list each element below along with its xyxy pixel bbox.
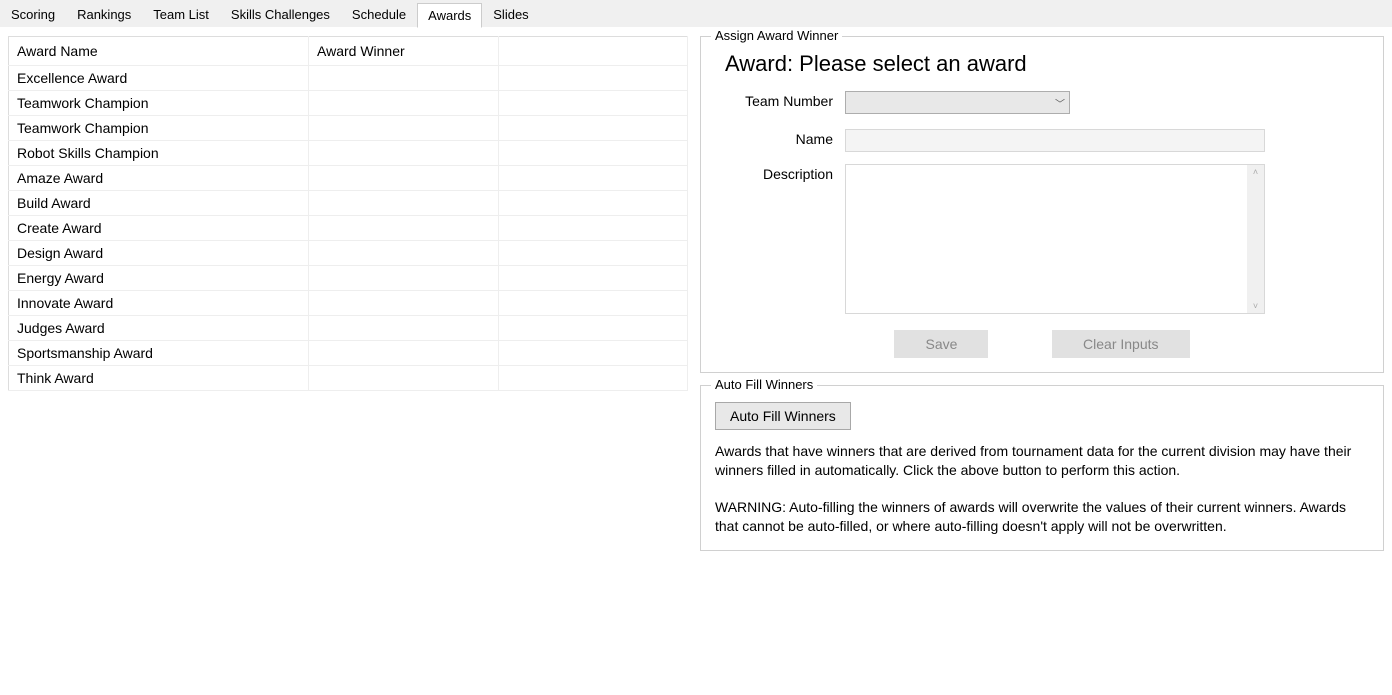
award-name-cell: Judges Award xyxy=(9,316,309,341)
award-name-cell: Amaze Award xyxy=(9,166,309,191)
award-extra-cell xyxy=(499,241,688,266)
col-award-name[interactable]: Award Name xyxy=(9,37,309,66)
col-extra[interactable] xyxy=(499,37,688,66)
award-extra-cell xyxy=(499,366,688,391)
table-row[interactable]: Amaze Award xyxy=(9,166,688,191)
description-field[interactable]: ˄ ˅ xyxy=(845,164,1265,314)
awards-list-panel: Award Name Award Winner Excellence Award… xyxy=(8,36,688,551)
award-extra-cell xyxy=(499,66,688,91)
award-name-cell: Innovate Award xyxy=(9,291,309,316)
scroll-up-icon: ˄ xyxy=(1251,165,1260,179)
col-award-winner[interactable]: Award Winner xyxy=(309,37,499,66)
description-label: Description xyxy=(715,164,845,182)
award-winner-cell xyxy=(309,191,499,216)
table-row[interactable]: Energy Award xyxy=(9,266,688,291)
team-number-combo[interactable]: ﹀ xyxy=(845,91,1070,114)
auto-fill-winners-button[interactable]: Auto Fill Winners xyxy=(715,402,851,430)
tab-scoring[interactable]: Scoring xyxy=(0,2,66,27)
table-row[interactable]: Sportsmanship Award xyxy=(9,341,688,366)
award-extra-cell xyxy=(499,141,688,166)
award-extra-cell xyxy=(499,166,688,191)
table-row[interactable]: Build Award xyxy=(9,191,688,216)
award-name-cell: Think Award xyxy=(9,366,309,391)
award-extra-cell xyxy=(499,316,688,341)
award-name-cell: Design Award xyxy=(9,241,309,266)
tab-skills-challenges[interactable]: Skills Challenges xyxy=(220,2,341,27)
name-field[interactable] xyxy=(845,129,1265,152)
tab-slides[interactable]: Slides xyxy=(482,2,539,27)
scrollbar[interactable]: ˄ ˅ xyxy=(1247,165,1264,313)
award-heading: Award: Please select an award xyxy=(725,51,1369,77)
assign-award-title: Assign Award Winner xyxy=(711,28,842,43)
award-winner-cell xyxy=(309,216,499,241)
table-row[interactable]: Create Award xyxy=(9,216,688,241)
tab-rankings[interactable]: Rankings xyxy=(66,2,142,27)
award-winner-cell xyxy=(309,366,499,391)
award-extra-cell xyxy=(499,291,688,316)
award-extra-cell xyxy=(499,116,688,141)
table-row[interactable]: Judges Award xyxy=(9,316,688,341)
award-winner-cell xyxy=(309,341,499,366)
name-label: Name xyxy=(715,129,845,147)
award-winner-cell xyxy=(309,116,499,141)
award-name-cell: Sportsmanship Award xyxy=(9,341,309,366)
award-winner-cell xyxy=(309,91,499,116)
award-name-cell: Teamwork Champion xyxy=(9,91,309,116)
table-row[interactable]: Excellence Award xyxy=(9,66,688,91)
award-extra-cell xyxy=(499,216,688,241)
save-button[interactable]: Save xyxy=(894,330,988,358)
tab-team-list[interactable]: Team List xyxy=(142,2,220,27)
table-row[interactable]: Design Award xyxy=(9,241,688,266)
auto-fill-groupbox: Auto Fill Winners Auto Fill Winners Awar… xyxy=(700,385,1384,551)
award-extra-cell xyxy=(499,91,688,116)
award-winner-cell xyxy=(309,141,499,166)
auto-fill-description: Awards that have winners that are derive… xyxy=(715,442,1369,480)
clear-inputs-button[interactable]: Clear Inputs xyxy=(1052,330,1189,358)
award-extra-cell xyxy=(499,341,688,366)
award-name-cell: Excellence Award xyxy=(9,66,309,91)
tab-schedule[interactable]: Schedule xyxy=(341,2,417,27)
assign-award-groupbox: Assign Award Winner Award: Please select… xyxy=(700,36,1384,373)
tab-awards[interactable]: Awards xyxy=(417,3,482,28)
award-name-cell: Teamwork Champion xyxy=(9,116,309,141)
award-winner-cell xyxy=(309,316,499,341)
auto-fill-title: Auto Fill Winners xyxy=(711,377,817,392)
award-name-cell: Build Award xyxy=(9,191,309,216)
award-name-cell: Create Award xyxy=(9,216,309,241)
award-winner-cell xyxy=(309,66,499,91)
scroll-down-icon: ˅ xyxy=(1251,299,1260,313)
award-winner-cell xyxy=(309,291,499,316)
team-number-label: Team Number xyxy=(715,91,845,109)
auto-fill-warning: WARNING: Auto-filling the winners of awa… xyxy=(715,498,1369,536)
award-extra-cell xyxy=(499,266,688,291)
award-winner-cell xyxy=(309,266,499,291)
award-winner-cell xyxy=(309,241,499,266)
table-row[interactable]: Robot Skills Champion xyxy=(9,141,688,166)
table-row[interactable]: Teamwork Champion xyxy=(9,116,688,141)
award-extra-cell xyxy=(499,191,688,216)
award-name-cell: Robot Skills Champion xyxy=(9,141,309,166)
tab-bar: ScoringRankingsTeam ListSkills Challenge… xyxy=(0,0,1392,28)
table-row[interactable]: Think Award xyxy=(9,366,688,391)
award-name-cell: Energy Award xyxy=(9,266,309,291)
table-row[interactable]: Innovate Award xyxy=(9,291,688,316)
awards-table[interactable]: Award Name Award Winner Excellence Award… xyxy=(8,36,688,391)
table-row[interactable]: Teamwork Champion xyxy=(9,91,688,116)
chevron-down-icon: ﹀ xyxy=(1055,95,1065,110)
award-winner-cell xyxy=(309,166,499,191)
